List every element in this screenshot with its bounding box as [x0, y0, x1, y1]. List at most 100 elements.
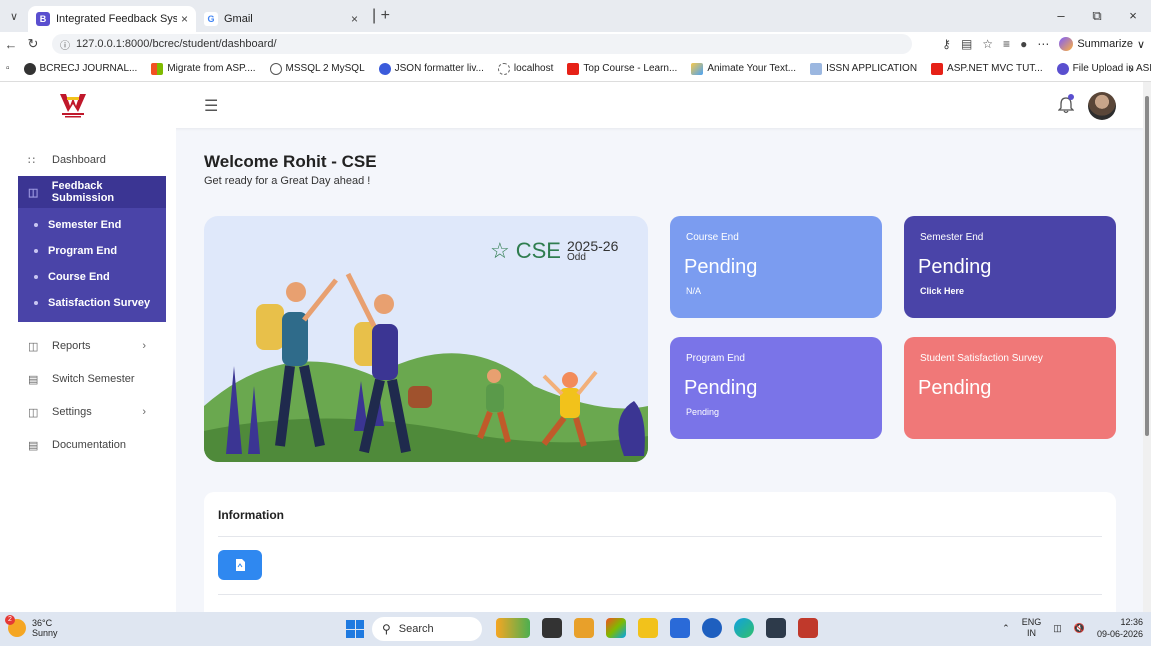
reload-icon[interactable]: ↻: [22, 36, 44, 52]
notification-dot: [1068, 94, 1074, 100]
bookmark-item[interactable]: Animate Your Text...: [691, 62, 796, 75]
terminal-icon[interactable]: [766, 618, 786, 638]
tab-integrated-feedback[interactable]: B Integrated Feedback System ×: [28, 6, 196, 32]
clock[interactable]: 12:36 09-06-2026: [1097, 616, 1143, 640]
bookmark-label: File Upload in ASP....: [1072, 63, 1151, 74]
minimize-icon[interactable]: –: [1043, 0, 1079, 32]
app-icon[interactable]: [574, 618, 594, 638]
sidebar-subitem-course-end[interactable]: Course End: [34, 268, 110, 286]
language-indicator[interactable]: ENG IN: [1022, 617, 1042, 639]
bookmark-item[interactable]: Migrate from ASP....: [151, 62, 256, 75]
divider: [218, 536, 1102, 537]
pdf-download-button[interactable]: [218, 550, 262, 580]
bookmark-item[interactable]: localhost: [497, 62, 553, 75]
card-satisfaction-survey[interactable]: Student Satisfaction Survey Pending: [904, 337, 1116, 439]
summarize-button[interactable]: Summarize ∨: [1059, 37, 1145, 51]
favorite-star-icon[interactable]: ☆: [982, 37, 993, 51]
bookmark-icon: [23, 62, 36, 75]
bookmark-label: Top Course - Learn...: [583, 63, 678, 74]
bookmarks-bar: ▫ BCRECJ JOURNAL... Migrate from ASP....…: [0, 56, 1151, 82]
sidebar-item-documentation[interactable]: ▤ Documentation: [18, 433, 166, 457]
card-click-here-link[interactable]: Click Here: [920, 286, 964, 296]
bookmark-item[interactable]: BCRECJ JOURNAL...: [23, 62, 138, 75]
sidebar-subitem-program-end[interactable]: Program End: [34, 242, 117, 260]
page-scrollbar[interactable]: [1143, 82, 1151, 612]
sidebar-item-settings[interactable]: ◫ Settings ›: [18, 400, 166, 424]
restore-icon[interactable]: ⧉: [1079, 0, 1115, 32]
more-icon[interactable]: ⋯: [1037, 37, 1049, 51]
bookmark-label: Migrate from ASP....: [167, 63, 256, 74]
card-program-end[interactable]: Program End Pending Pending: [670, 337, 882, 439]
weather-temp: 36°C: [32, 618, 53, 628]
close-tab-icon[interactable]: ×: [351, 12, 358, 26]
bookmark-item[interactable]: Top Course - Learn...: [567, 62, 678, 75]
sidebar-item-switch-semester[interactable]: ▤ Switch Semester: [18, 367, 166, 391]
card-subtext: Pending: [686, 407, 720, 417]
windows-start-icon[interactable]: [346, 620, 364, 638]
profile-icon[interactable]: ●: [1020, 37, 1027, 51]
edge-icon[interactable]: [734, 618, 754, 638]
tab-title: Gmail: [224, 13, 253, 25]
notification-bell-icon[interactable]: [1057, 94, 1075, 114]
sidebar-subitem-satisfaction-survey[interactable]: Satisfaction Survey: [34, 294, 150, 312]
card-status: Pending: [918, 256, 992, 278]
card-title: Course End: [686, 232, 739, 243]
scrollbar-thumb[interactable]: [1145, 96, 1149, 436]
store-icon[interactable]: [670, 618, 690, 638]
task-view-icon[interactable]: [542, 618, 562, 638]
tab-gmail[interactable]: G Gmail ×: [196, 6, 366, 32]
hp-icon[interactable]: [702, 618, 722, 638]
sidebar-item-label: Dashboard: [52, 154, 106, 166]
tab-title: Integrated Feedback System: [56, 13, 177, 25]
key-icon[interactable]: ⚷: [942, 37, 951, 51]
bookmark-item[interactable]: MSSQL 2 MySQL: [269, 62, 365, 75]
card-course-end[interactable]: Course End Pending N/A: [670, 216, 882, 318]
menu-toggle-icon[interactable]: ☰: [204, 96, 218, 116]
hero-term: Odd: [566, 252, 586, 263]
bookmark-label: JSON formatter liv...: [394, 63, 484, 74]
reader-icon[interactable]: ▤: [961, 37, 972, 51]
sidebar-subitem-semester-end[interactable]: Semester End: [34, 216, 121, 234]
chevron-right-icon: ›: [142, 406, 146, 418]
file-explorer-icon[interactable]: [638, 618, 658, 638]
sidebar-toggle-icon[interactable]: ▫: [6, 63, 10, 74]
bookmark-label: BCRECJ JOURNAL...: [39, 63, 138, 74]
new-tab-icon[interactable]: | +: [372, 7, 390, 25]
sidebar-item-dashboard[interactable]: ∷ Dashboard: [18, 148, 166, 172]
bookmark-item[interactable]: JSON formatter liv...: [378, 62, 484, 75]
close-window-icon[interactable]: ×: [1115, 0, 1151, 32]
chevron-up-icon[interactable]: ⌃: [1002, 623, 1010, 634]
bookmark-item[interactable]: File Upload in ASP....: [1056, 62, 1151, 75]
bookmark-icon: [378, 62, 391, 75]
weather-sun-icon: 2: [5, 615, 26, 637]
network-icon[interactable]: ◫: [1053, 623, 1062, 634]
sidebar-item-reports[interactable]: ◫ Reports ›: [18, 334, 166, 358]
volume-icon[interactable]: 🔇: [1074, 623, 1085, 634]
back-icon[interactable]: ←: [0, 37, 22, 52]
bookmark-item[interactable]: ASP.NET MVC TUT...: [931, 62, 1043, 75]
favorites-list-icon[interactable]: ≡: [1003, 37, 1010, 51]
copilot-icon[interactable]: [606, 618, 626, 638]
chevron-down-icon: ∨: [1136, 38, 1145, 51]
windows-taskbar: 2 36°C Sunny ⚲ Search ⌃ ENG IN ◫ 🔇 12:36…: [0, 612, 1151, 646]
pdf-icon: [236, 559, 245, 571]
sidebar-item-feedback-submission[interactable]: ◫ Feedback Submission: [18, 176, 166, 208]
site-info-icon[interactable]: ⓘ: [60, 37, 70, 52]
card-status: Pending: [684, 377, 758, 399]
tab-list-icon[interactable]: ∨: [0, 10, 28, 23]
browser-tab-bar: ∨ B Integrated Feedback System × G Gmail…: [0, 0, 1151, 32]
clock-date: 09-06-2026: [1096, 629, 1143, 639]
url-field[interactable]: ⓘ 127.0.0.1:8000/bcrec/student/dashboard…: [52, 34, 912, 54]
bookmark-item[interactable]: ISSN APPLICATION: [810, 62, 917, 75]
close-tab-icon[interactable]: ×: [181, 12, 188, 26]
bookmarks-overflow-icon[interactable]: ›: [1129, 62, 1133, 76]
taskbar-search[interactable]: ⚲ Search: [372, 617, 482, 641]
star-icon: ☆: [490, 238, 510, 263]
weather-widget[interactable]: 2 36°C Sunny: [5, 615, 58, 638]
app-icon[interactable]: [798, 618, 818, 638]
bookmark-label: MSSQL 2 MySQL: [285, 63, 365, 74]
divider: [218, 594, 1102, 595]
widgets-icon[interactable]: [496, 618, 530, 638]
card-semester-end[interactable]: Semester End Pending Click Here: [904, 216, 1116, 318]
user-avatar[interactable]: [1088, 92, 1116, 120]
